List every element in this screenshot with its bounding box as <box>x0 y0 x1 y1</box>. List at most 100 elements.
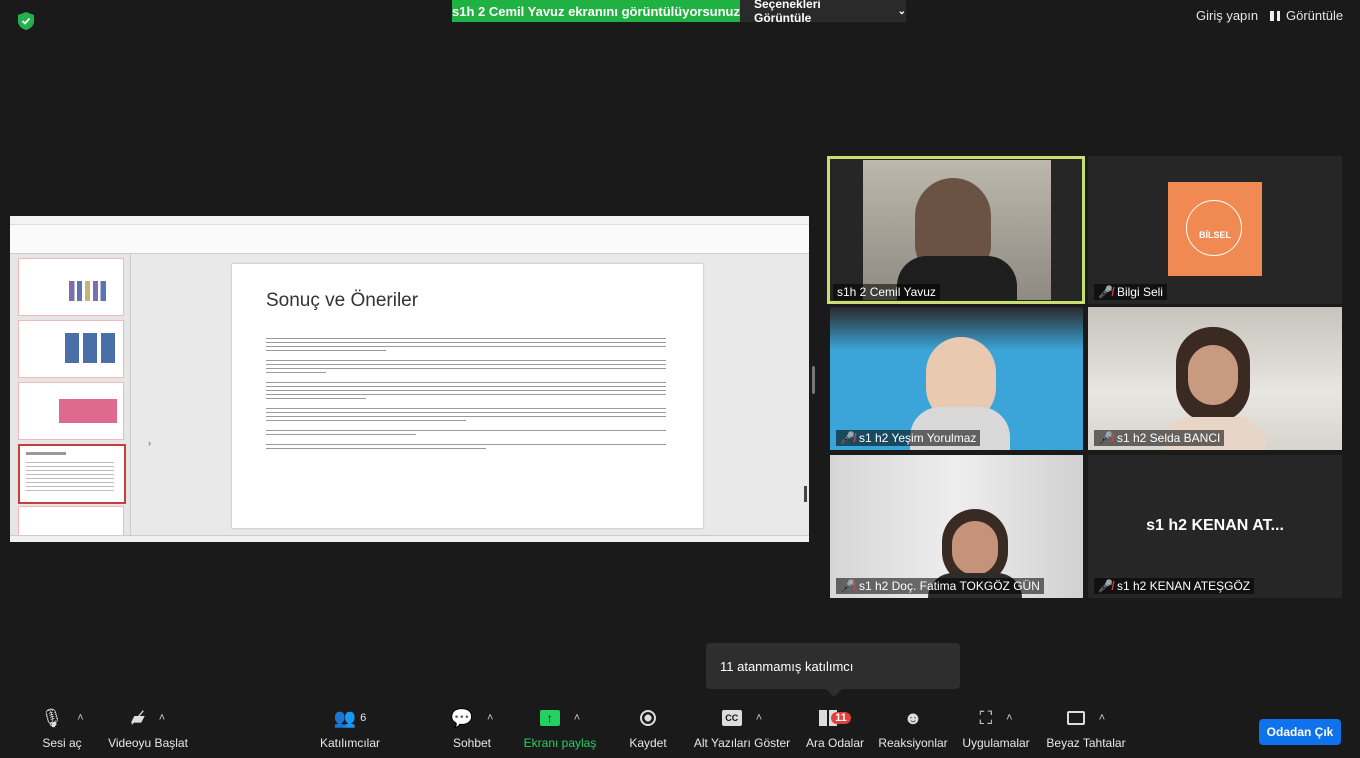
chevron-right-icon: › <box>148 438 151 448</box>
slide-canvas: Sonuç ve Öneriler <box>232 264 703 528</box>
caret-up-icon[interactable]: ˄ <box>756 712 762 724</box>
mic-muted-icon: 🎤̸ <box>1098 285 1113 299</box>
mic-muted-icon: 🎤̸ <box>1098 579 1113 593</box>
record-button[interactable]: Kaydet <box>622 706 674 750</box>
video-tile-kenan[interactable]: s1 h2 KENAN AT... 🎤̸ s1 h2 KENAN ATEŞGÖZ <box>1088 455 1342 598</box>
chevron-down-icon: ⌄ <box>897 5 906 17</box>
reactions-icon: ☻ <box>903 707 923 728</box>
view-options-button[interactable]: Seçenekleri Görüntüle ⌄ <box>740 0 906 25</box>
captions-button[interactable]: CC ˄ Alt Yazıları Göster <box>690 706 794 750</box>
slide-text-line <box>266 390 666 391</box>
caret-up-icon[interactable]: ˄ <box>1006 712 1012 724</box>
mic-muted-icon: 🎙 <box>40 707 64 728</box>
video-tile-fatima[interactable]: 🎤̸ s1 h2 Doç. Fatima TOKGÖZ GÜN <box>830 455 1083 598</box>
apps-button[interactable]: ⛶ ˄ Uygulamalar <box>960 706 1032 751</box>
participant-name: 🎤̸ s1 h2 KENAN ATEŞGÖZ <box>1094 578 1255 594</box>
slide-text-line <box>266 368 666 369</box>
profile-logo: BİLSEL <box>1168 182 1262 276</box>
slide-title: Sonuç ve Öneriler <box>266 290 419 311</box>
scrollbar-thumb[interactable] <box>804 486 807 502</box>
slide-text-line <box>266 394 666 395</box>
caret-up-icon[interactable]: ˄ <box>1099 712 1105 724</box>
apps-icon: ⛶ <box>979 707 993 728</box>
view-button[interactable]: Görüntüle <box>1270 8 1343 23</box>
caret-up-icon[interactable]: ˄ <box>487 712 493 724</box>
breakout-badge: 11 <box>831 712 851 724</box>
slide-text-line <box>266 360 666 361</box>
powerpoint-titlebar <box>10 216 809 225</box>
meeting-toolbar: 🎙 ˄ Sesi aç ▰̸ ˄ Videoyu Başlat 👥 6 Katılım… <box>0 700 1360 758</box>
powerpoint-statusbar <box>10 535 809 542</box>
slide-text-line <box>266 444 666 445</box>
video-tile-yesim[interactable]: 🎤̸ s1 h2 Yeşim Yorulmaz <box>830 307 1083 450</box>
video-tile-cemil[interactable]: s1h 2 Cemil Yavuz <box>827 156 1085 304</box>
slide-text-line <box>266 338 666 339</box>
video-tile-bilgi-seli[interactable]: BİLSEL 🎤̸ Bilgi Seli <box>1088 156 1342 304</box>
slide-text-line <box>266 408 666 409</box>
participants-count: 6 <box>360 712 367 724</box>
slide-text-line <box>266 416 666 417</box>
slide-text-line <box>266 364 666 365</box>
participant-display-name: s1 h2 KENAN AT... <box>1146 517 1284 534</box>
chat-button[interactable]: 💬 ˄ Sohbet <box>440 706 504 751</box>
slide-text-line <box>266 342 666 343</box>
slide-text-line <box>266 386 666 387</box>
caret-up-icon[interactable]: ˄ <box>159 712 165 724</box>
leave-room-button[interactable]: Odadan Çık <box>1259 719 1341 745</box>
slide-text-line <box>266 398 366 399</box>
participant-name: 🎤̸ s1 h2 Selda BANCI <box>1094 430 1225 446</box>
record-icon <box>640 710 656 726</box>
participant-name: 🎤̸ s1 h2 Doç. Fatima TOKGÖZ GÜN <box>836 578 1044 594</box>
participant-name: s1h 2 Cemil Yavuz <box>833 284 940 300</box>
slide-text-line <box>266 372 326 373</box>
slide-text-line <box>266 434 416 435</box>
caret-up-icon[interactable]: ˄ <box>77 712 83 724</box>
participant-name: 🎤̸ Bilgi Seli <box>1094 284 1167 300</box>
caret-up-icon[interactable]: ˄ <box>574 712 580 724</box>
mic-muted-icon: 🎤̸ <box>1098 431 1113 445</box>
sign-in-link[interactable]: Giriş yapın <box>1196 8 1258 23</box>
slide-thumbnail <box>18 382 124 440</box>
participant-video <box>830 455 1083 598</box>
breakout-rooms-button[interactable]: 11 Ara Odalar <box>800 706 870 750</box>
mic-muted-icon: 🎤̸ <box>840 431 855 445</box>
participants-icon: 👥 <box>333 707 357 728</box>
shared-screen: › Sonuç ve Öneriler <box>10 216 809 542</box>
view-options-label: Seçenekleri Görüntüle <box>754 0 821 25</box>
share-screen-button[interactable]: ↑ ˄ Ekranı paylaş <box>522 706 598 750</box>
video-off-icon: ▰̸ <box>130 707 145 728</box>
slide-text-line <box>266 412 666 413</box>
mic-muted-icon: 🎤̸ <box>840 579 855 593</box>
start-video-button[interactable]: ▰̸ ˄ Videoyu Başlat <box>100 706 196 751</box>
split-drag-handle[interactable] <box>812 366 815 394</box>
participant-video <box>1088 307 1342 450</box>
slide-thumbnails <box>10 254 131 542</box>
breakout-tooltip: 11 atanmamış katılımcı <box>706 643 960 697</box>
share-screen-icon: ↑ <box>539 710 560 726</box>
video-tile-selda[interactable]: 🎤̸ s1 h2 Selda BANCI <box>1088 307 1342 450</box>
slide-thumbnail-active <box>18 444 126 504</box>
captions-icon: CC <box>721 710 742 726</box>
screen-share-banner: s1h 2 Cemil Yavuz ekranını görüntülüyors… <box>452 0 740 22</box>
slide-text-line <box>266 382 666 383</box>
participants-button[interactable]: 👥 6 Katılımcılar <box>310 706 390 751</box>
slide-text-line <box>266 420 466 421</box>
slide-text-line <box>266 448 486 449</box>
slide-text-line <box>266 430 666 431</box>
slide-text-line <box>266 350 386 351</box>
grid-view-icon <box>1270 10 1280 21</box>
participant-name: 🎤̸ s1 h2 Yeşim Yorulmaz <box>836 430 981 446</box>
participant-video <box>830 307 1083 450</box>
unmute-button[interactable]: 🎙 ˄ Sesi aç <box>30 706 94 751</box>
chat-icon: 💬 <box>450 707 473 728</box>
slide-text-line <box>266 346 666 347</box>
reactions-button[interactable]: ☻ Reaksiyonlar <box>878 706 948 751</box>
view-label: Görüntüle <box>1286 8 1344 23</box>
powerpoint-ribbon <box>10 225 809 254</box>
participant-video <box>863 160 1051 300</box>
slide-thumbnail <box>18 258 124 316</box>
whiteboard-icon <box>1066 711 1085 725</box>
security-shield-icon[interactable] <box>18 12 34 30</box>
slide-thumbnail <box>18 320 124 378</box>
whiteboards-button[interactable]: ˄ Beyaz Tahtalar <box>1044 706 1128 750</box>
